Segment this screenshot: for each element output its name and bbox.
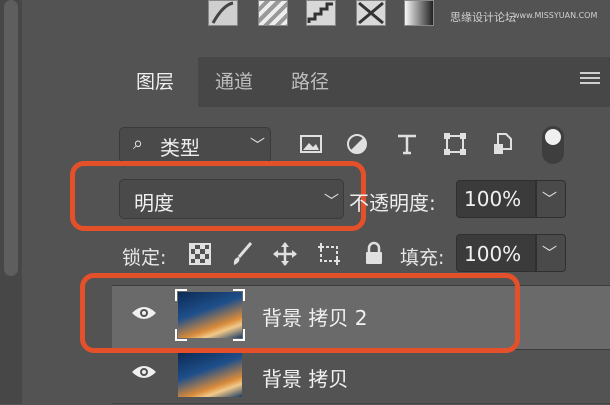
layer-annotation: [80, 273, 520, 353]
chevron-down-icon: ﹀: [542, 244, 558, 262]
tab-layers[interactable]: 图层: [112, 57, 198, 107]
layer-name[interactable]: 背景 拷贝: [262, 363, 348, 392]
fill-label: 填充:: [400, 247, 445, 269]
lock-artboard-icon[interactable]: [316, 241, 340, 267]
smart-object-filter-icon[interactable]: [490, 131, 516, 157]
visibility-eye-icon[interactable]: [131, 364, 157, 380]
lock-all-icon[interactable]: [362, 241, 386, 267]
curves-adjustment-icon[interactable]: [208, 0, 238, 26]
adjustment-filter-icon[interactable]: [344, 131, 370, 157]
lock-transparent-pixels-icon[interactable]: [188, 241, 212, 267]
filter-kind-label: 类型: [160, 136, 200, 160]
watermark-text: 思缘设计论坛: [450, 11, 516, 24]
lock-position-icon[interactable]: [272, 241, 297, 267]
image-filter-icon[interactable]: [298, 131, 324, 157]
tab-paths[interactable]: 路径: [278, 57, 342, 107]
fill-value: 100%: [464, 242, 522, 266]
opacity-label: 不透明度:: [349, 191, 436, 215]
layer-thumbnail[interactable]: [178, 353, 242, 397]
pattern-adjustment-icon[interactable]: [258, 0, 288, 26]
left-scrollbar[interactable]: [4, 0, 18, 276]
threshold-adjustment-icon[interactable]: [356, 0, 386, 26]
filter-toggle-knob: [545, 129, 561, 145]
type-filter-icon[interactable]: [394, 131, 420, 157]
panel-menu-icon[interactable]: [580, 72, 600, 86]
watermark-url: www.MISSYUAN.COM: [513, 11, 598, 20]
gradient-map-adjustment-icon[interactable]: [404, 0, 434, 26]
tab-channels[interactable]: 通道: [198, 57, 270, 107]
chevron-down-icon: ﹀: [250, 136, 266, 154]
blend-mode-annotation: [70, 161, 366, 231]
posterize-adjustment-icon[interactable]: [306, 0, 336, 26]
lock-image-pixels-icon[interactable]: [230, 241, 254, 267]
opacity-value: 100%: [464, 187, 522, 211]
chevron-down-icon: ﹀: [542, 190, 558, 208]
lock-label: 锁定:: [122, 247, 167, 269]
search-icon: ⌕: [133, 133, 144, 154]
shape-filter-icon[interactable]: [442, 131, 468, 157]
